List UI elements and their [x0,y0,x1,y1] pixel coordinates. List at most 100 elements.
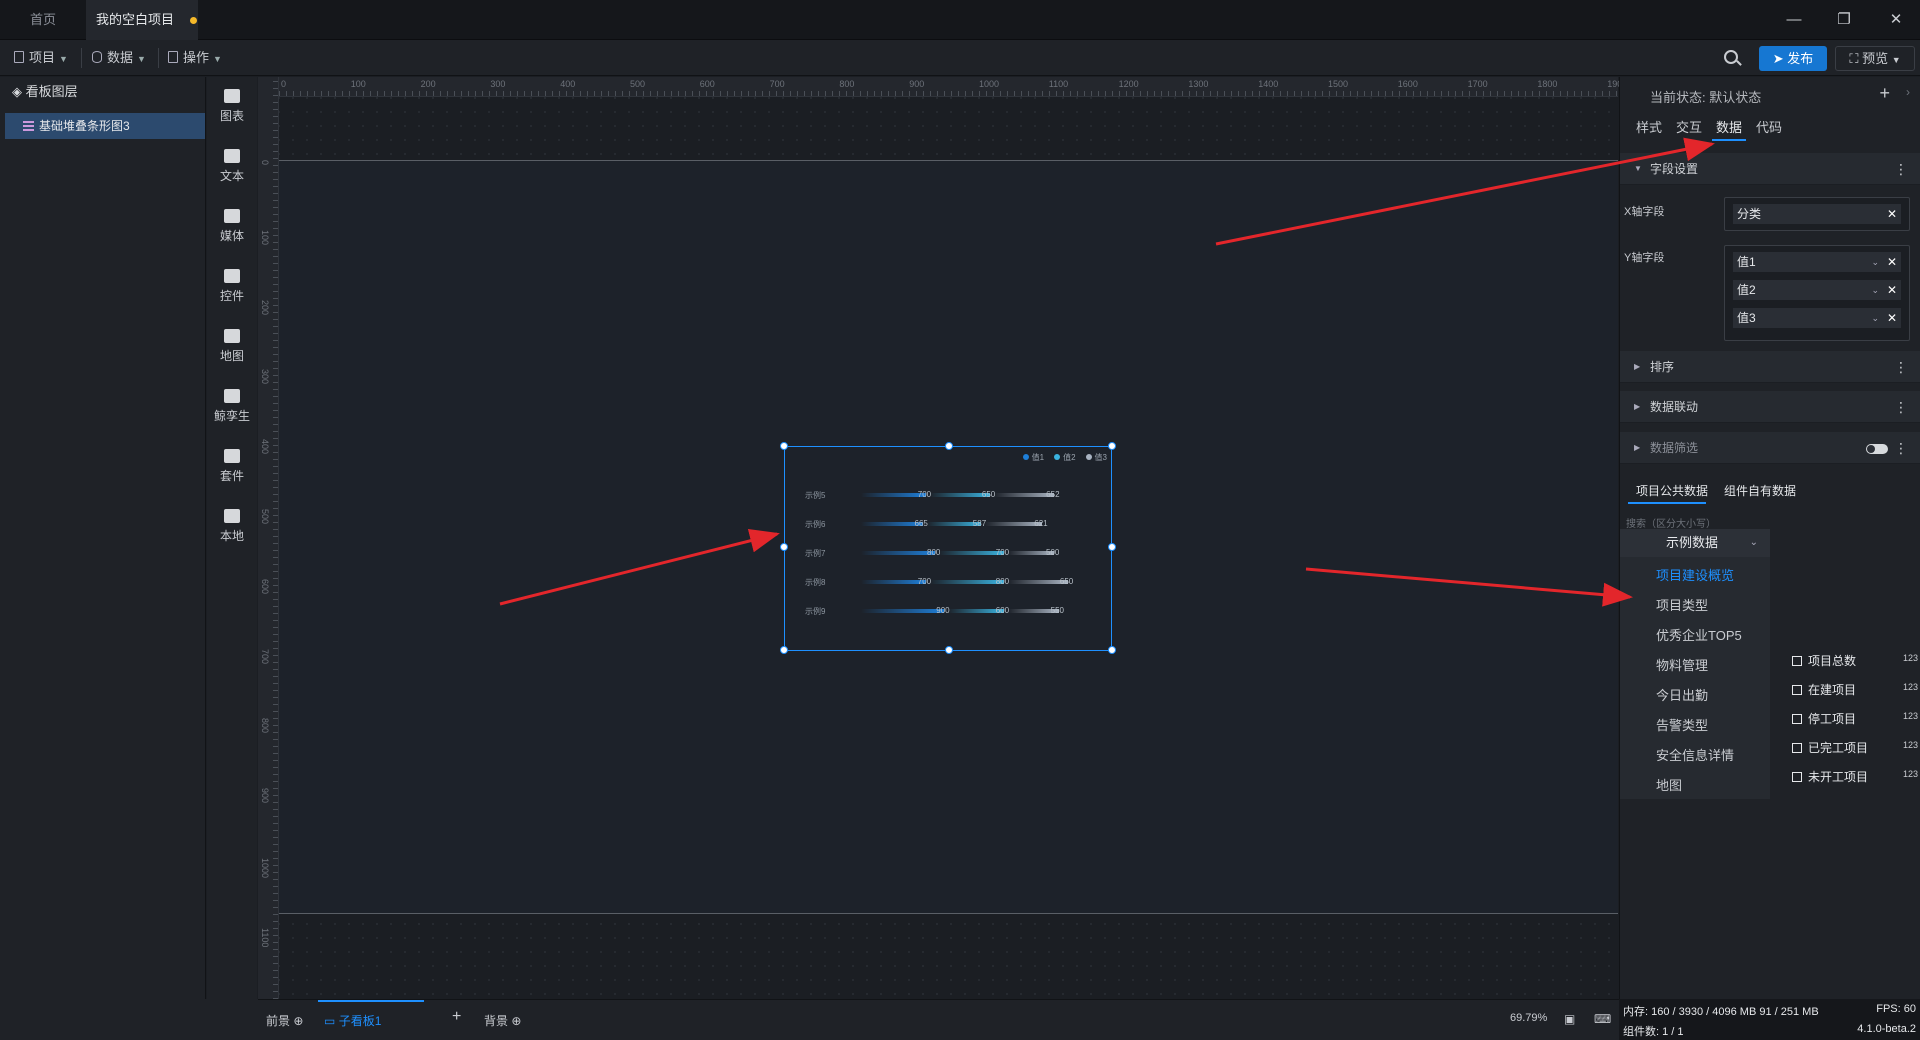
legend-item[interactable]: 值2 [1054,453,1076,462]
tree-item[interactable]: 优秀企业TOP5 [1656,625,1742,644]
more-icon[interactable]: ⋮ [1894,391,1908,423]
dataset-search-input[interactable]: 搜索（区分大小写） [1626,515,1716,530]
close-icon[interactable]: ✕ [1884,8,1908,32]
checkbox[interactable] [1792,685,1802,695]
section-field-settings[interactable]: ▼ 字段设置 ⋮ [1620,153,1920,185]
menu-data[interactable]: 数据 ▼ [92,48,146,68]
y-field-box[interactable]: 值1 ⌄ ✕ 值2 ⌄ ✕ 值3 ⌄ ✕ [1724,245,1910,341]
tab-project-public-data[interactable]: 项目公共数据 [1636,482,1708,499]
bar-segment[interactable] [861,493,926,497]
tool-map[interactable]: 地图 [207,329,257,364]
bar-segment[interactable] [861,551,935,555]
tree-item[interactable]: 地图 [1656,775,1682,794]
zoom-level[interactable]: 69.79% [1510,1012,1547,1024]
y-field-chip[interactable]: 值3 ⌄ ✕ [1733,308,1901,328]
tree-item[interactable]: 项目类型 [1656,595,1708,614]
bar-segment[interactable] [861,522,923,526]
preview-button[interactable]: ⛶ 预览 ▼ [1835,46,1915,71]
legend-item[interactable]: 值1 [1022,453,1044,462]
resize-handle[interactable] [1108,442,1116,450]
bar-segment[interactable] [861,609,945,613]
more-icon[interactable]: ⋮ [1894,153,1908,185]
chevron-down-icon[interactable]: ⌄ [1871,280,1879,300]
resize-handle[interactable] [1108,543,1116,551]
bar-segment[interactable] [929,580,1004,584]
more-icon[interactable]: ⋮ [1894,432,1908,464]
tool-media[interactable]: 媒体 [207,209,257,244]
filter-toggle[interactable] [1866,444,1888,454]
fit-screen-icon[interactable]: ▣ [1564,1012,1575,1026]
resize-handle[interactable] [1108,646,1116,654]
tool-control[interactable]: 控件 [207,269,257,304]
field-item[interactable]: 未开工项目 [1792,768,1868,785]
dataset-select[interactable]: 示例数据 ⌄ [1620,529,1770,557]
tool-chart[interactable]: 图表 [207,89,257,124]
resize-handle[interactable] [780,442,788,450]
tree-item[interactable]: 告警类型 [1656,715,1708,734]
search-icon[interactable] [1724,50,1738,64]
field-item[interactable]: 项目总数 [1792,652,1856,669]
more-icon[interactable]: ⋮ [1894,351,1908,383]
tab-interaction[interactable]: 交互 [1676,117,1702,136]
tree-item[interactable]: 安全信息详情 [1656,745,1734,764]
y-field-chip[interactable]: 值2 ⌄ ✕ [1733,280,1901,300]
section-sort[interactable]: ▶ 排序 ⋮ [1620,351,1920,383]
tree-item[interactable]: 今日出勤 [1656,685,1708,704]
add-state-icon[interactable]: + [1879,83,1890,104]
remove-icon[interactable]: ✕ [1887,280,1897,300]
field-item[interactable]: 在建项目 [1792,681,1856,698]
tree-item[interactable]: 项目建设概览 [1656,565,1734,584]
bar-segment[interactable] [939,551,1004,555]
add-circle-icon[interactable]: ⊕ [293,1014,303,1028]
chevron-right-icon[interactable]: › [1906,85,1910,99]
minimize-icon[interactable]: — [1782,8,1806,32]
background-tab[interactable]: 背景 ⊕ [484,1012,521,1029]
foreground-tab[interactable]: 前景 ⊕ [266,1012,303,1029]
resize-handle[interactable] [780,543,788,551]
tab-style[interactable]: 样式 [1636,117,1662,136]
keyboard-icon[interactable]: ⌨ [1594,1012,1611,1026]
tool-text[interactable]: 文本 [207,149,257,184]
add-circle-icon[interactable]: ⊕ [511,1014,521,1028]
x-field-box[interactable]: 分类 ✕ [1724,197,1910,231]
checkbox[interactable] [1792,743,1802,753]
tool-twin[interactable]: 鲸孪生 [207,389,257,424]
bar-segment[interactable] [993,493,1055,497]
menu-operation[interactable]: 操作 ▼ [168,48,222,68]
stacked-bar-chart-widget[interactable]: 值1 值2 值3 示例5 700 650 652 示例6 665 587 621 示例7 800 700… [780,442,1116,654]
legend-item[interactable]: 值3 [1085,453,1107,462]
tab-component-own-data[interactable]: 组件自有数据 [1724,482,1796,499]
field-item[interactable]: 已完工项目 [1792,739,1868,756]
tree-item[interactable]: 物料管理 [1656,655,1708,674]
chevron-down-icon[interactable]: ⌄ [1871,308,1879,328]
menu-project[interactable]: 项目 ▼ [14,48,68,68]
add-board-icon[interactable]: + [452,1008,461,1026]
y-field-chip[interactable]: 值1 ⌄ ✕ [1733,252,1901,272]
resize-handle[interactable] [780,646,788,654]
bar-segment[interactable] [861,580,926,584]
resize-handle[interactable] [945,646,953,654]
bar-segment[interactable] [1007,580,1068,584]
remove-icon[interactable]: ✕ [1887,204,1897,224]
remove-icon[interactable]: ✕ [1887,252,1897,272]
x-field-chip[interactable]: 分类 ✕ [1733,204,1901,224]
tool-kit[interactable]: 套件 [207,449,257,484]
checkbox[interactable] [1792,772,1802,782]
resize-handle[interactable] [945,442,953,450]
section-data-filter[interactable]: ▶ 数据筛选 ⋮ [1620,432,1920,464]
checkbox[interactable] [1792,714,1802,724]
tab-project[interactable]: 我的空白项目 [86,0,198,40]
tab-data[interactable]: 数据 [1716,117,1742,136]
field-item[interactable]: 停工项目 [1792,710,1856,727]
remove-icon[interactable]: ✕ [1887,308,1897,328]
tab-home[interactable]: 首页 [0,0,86,40]
bar-segment[interactable] [929,493,990,497]
restore-icon[interactable]: ❐ [1832,8,1856,32]
tool-local[interactable]: 本地 [207,509,257,544]
checkbox[interactable] [1792,656,1802,666]
chevron-down-icon[interactable]: ⌄ [1871,252,1879,272]
sub-board-tab[interactable]: ▭ 子看板1 [324,1012,381,1029]
section-data-linkage[interactable]: ▶ 数据联动 ⋮ [1620,391,1920,423]
layer-item[interactable]: 基础堆叠条形图3 [5,113,205,139]
tab-code[interactable]: 代码 [1756,117,1782,136]
